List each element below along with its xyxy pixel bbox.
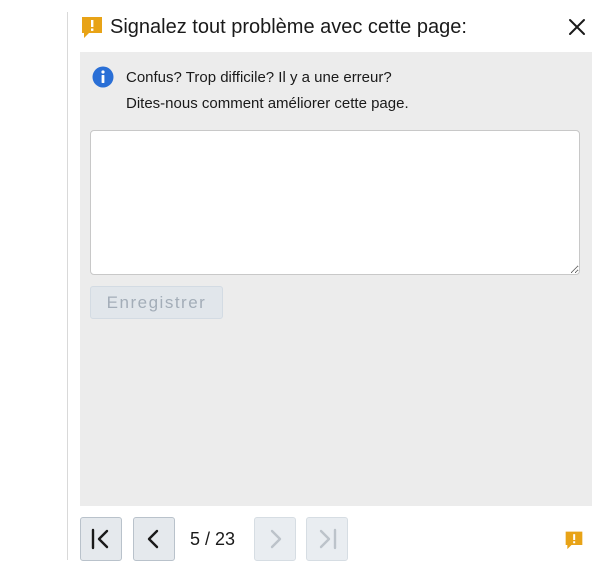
- first-page-icon: [91, 528, 109, 550]
- info-question: Confus? Trop difficile? Il y a une erreu…: [126, 68, 392, 86]
- info-icon: [92, 66, 114, 88]
- pagination-bar: 5 / 23: [80, 517, 592, 563]
- previous-page-button[interactable]: [133, 517, 175, 561]
- info-message: Confus? Trop difficile? Il y a une erreu…: [92, 66, 392, 88]
- last-page-icon: [319, 528, 337, 550]
- feedback-panel: Confus? Trop difficile? Il y a une erreu…: [80, 52, 592, 506]
- close-button[interactable]: [564, 14, 590, 40]
- info-prompt: Dites-nous comment améliorer cette page.: [126, 95, 409, 112]
- close-icon: [569, 19, 585, 35]
- last-page-button[interactable]: [306, 517, 348, 561]
- page-indicator: 5 / 23: [190, 529, 236, 549]
- left-divider: [67, 12, 68, 560]
- report-problem-icon[interactable]: [564, 529, 584, 551]
- feedback-header: Signalez tout problème avec cette page:: [80, 12, 590, 42]
- save-button[interactable]: Enregistrer: [90, 286, 223, 319]
- next-page-button[interactable]: [254, 517, 296, 561]
- page-title: Signalez tout problème avec cette page:: [110, 15, 467, 38]
- chevron-right-icon: [270, 529, 282, 549]
- chevron-left-icon: [147, 529, 159, 549]
- feedback-textarea[interactable]: [90, 130, 580, 275]
- first-page-button[interactable]: [80, 517, 122, 561]
- report-flag-icon: [80, 15, 104, 39]
